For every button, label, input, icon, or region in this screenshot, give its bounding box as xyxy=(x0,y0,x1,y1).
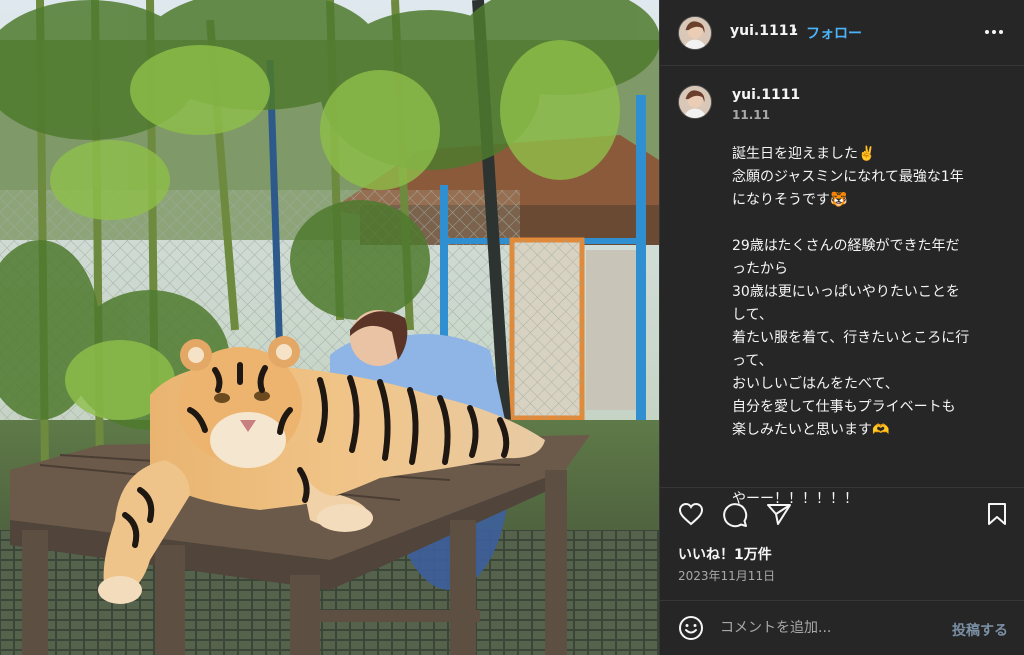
send-icon[interactable] xyxy=(766,502,792,526)
caption-date: 11.11 xyxy=(732,108,770,122)
caption-line: 29歳はたくさんの経験ができた年だ xyxy=(732,238,960,254)
post-comment-button[interactable]: 投稿する xyxy=(952,620,1008,640)
comment-input[interactable] xyxy=(720,613,930,643)
bookmark-icon[interactable] xyxy=(986,502,1008,526)
post-photo[interactable] xyxy=(0,0,659,655)
caption-line: 誕生日を迎えました✌️ xyxy=(732,146,876,162)
follow-button[interactable]: フォロー xyxy=(806,23,862,43)
caption-line: って、 xyxy=(732,353,773,369)
caption-line: 30歳は更にいっぱいやりたいことを xyxy=(732,284,960,300)
comment-icon[interactable] xyxy=(722,502,748,528)
caption-line: になりそうです🐯 xyxy=(732,192,848,208)
more-horizontal-icon[interactable] xyxy=(984,24,1004,40)
likes-count[interactable]: いいね！1万件 xyxy=(678,544,772,564)
post-header: yui.1111 • フォロー xyxy=(660,0,1024,66)
caption-avatar[interactable] xyxy=(678,85,712,119)
caption-text: 誕生日を迎えました✌️ 念願のジャスミンになれて最強な1年 になりそうです🐯 2… xyxy=(732,143,1002,511)
heart-icon[interactable] xyxy=(678,502,704,526)
tiger-photo-illustration xyxy=(0,0,659,655)
caption-username[interactable]: yui.1111 xyxy=(732,87,800,103)
avatar[interactable] xyxy=(678,16,712,50)
header-username[interactable]: yui.1111 xyxy=(730,23,798,39)
caption-line: ったから xyxy=(732,261,788,277)
side-panel: yui.1111 • フォロー yui.1111 11.11 誕生日を迎えました… xyxy=(659,0,1024,655)
caption-line: 着たい服を着て、行きたいところに行 xyxy=(732,330,970,346)
caption-line: して、 xyxy=(732,307,773,323)
caption-line: 自分を愛して仕事もプライベートも xyxy=(732,399,956,415)
caption-line: 楽しみたいと思います🫶 xyxy=(732,422,890,438)
smiley-icon[interactable] xyxy=(678,615,704,641)
caption-line: 念願のジャスミンになれて最強な1年 xyxy=(732,169,964,185)
post-date: 2023年11月11日 xyxy=(678,569,776,583)
separator-dot: • xyxy=(790,23,799,39)
comment-bar: 投稿する xyxy=(660,600,1024,655)
caption-line: おいしいごはんをたべて、 xyxy=(732,376,899,392)
instagram-post: yui.1111 • フォロー yui.1111 11.11 誕生日を迎えました… xyxy=(0,0,1024,655)
